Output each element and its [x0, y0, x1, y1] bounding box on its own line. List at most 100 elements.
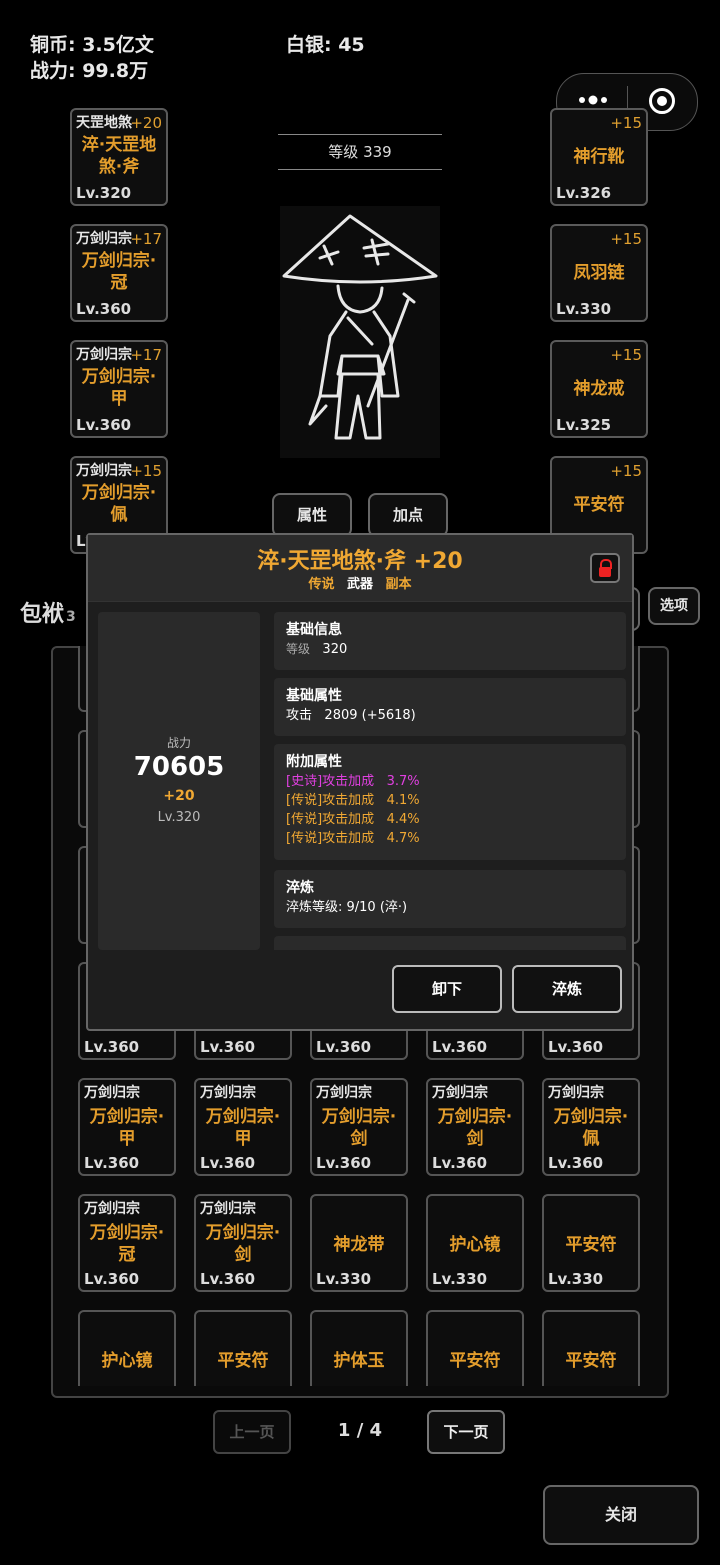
extra-attr-row: [传说]攻击加成 4.4% [286, 810, 614, 829]
bag-slot[interactable]: 万剑归宗 万剑归宗·甲 Lv.360 [194, 1078, 292, 1176]
equip-name: 平安符 [573, 495, 625, 515]
equip-name: 神行靴 [573, 147, 625, 167]
bag-title: 包袱 3 [20, 596, 76, 628]
bag-item-name: 万剑归宗·佩 [553, 1107, 629, 1149]
extra-attr-row: [传说]攻击加成 4.1% [286, 791, 614, 810]
bag-item-name: 万剑归宗·甲 [89, 1107, 165, 1149]
item-plus: +20 [163, 788, 195, 804]
refine-section: 淬炼 淬炼等级: 9/10 (淬·) [274, 870, 626, 928]
lock-icon[interactable] [590, 553, 620, 583]
item-tags: 传说 武器 副本 [88, 573, 632, 592]
more-icon[interactable] [577, 90, 609, 110]
base-attr-title: 基础属性 [286, 688, 342, 704]
add-points-button[interactable]: 加点 [368, 493, 448, 537]
bag-item-level: Lv.360 [84, 1154, 140, 1172]
equip-plus: +17 [130, 230, 162, 248]
bag-slot[interactable]: 护心镜 [78, 1310, 176, 1386]
equip-slot-armor[interactable]: 万剑归宗 +17 万剑归宗·甲 Lv.360 [70, 340, 168, 438]
bag-item-level: Lv.330 [316, 1270, 372, 1288]
bag-item-set: 万剑归宗 [84, 1085, 140, 1101]
bag-item-name: 神龙带 [333, 1235, 385, 1255]
bag-slot[interactable]: 万剑归宗 万剑归宗·剑 Lv.360 [310, 1078, 408, 1176]
equip-name: 万剑归宗·甲 [81, 367, 157, 409]
bag-slot[interactable]: 万剑归宗 万剑归宗·冠 Lv.360 [78, 1194, 176, 1292]
next-section-peek [274, 936, 626, 950]
base-attr-section: 基础属性 攻击 2809 (+5618) [274, 678, 626, 736]
equip-set: 万剑归宗 [76, 463, 132, 479]
equip-slot-necklace[interactable]: +15 凤羽链 Lv.330 [550, 224, 648, 322]
bag-item-level: Lv.330 [548, 1270, 604, 1288]
refine-text: 淬炼等级: 9/10 (淬·) [286, 900, 408, 915]
base-info-section: 基础信息 等级 320 [274, 612, 626, 670]
options-button[interactable]: 选项 [648, 587, 700, 625]
silver: 白银: 45 [286, 34, 365, 56]
bag-item-level: Lv.360 [432, 1038, 488, 1056]
equip-slot-ring[interactable]: +15 神龙戒 Lv.325 [550, 340, 648, 438]
equip-slot-crown[interactable]: 万剑归宗 +17 万剑归宗·冠 Lv.360 [70, 224, 168, 322]
equip-slot-weapon[interactable]: 天罡地煞 +20 淬·天罡地煞·斧 Lv.320 [70, 108, 168, 206]
extra-attr-tag: [传说]攻击加成 [286, 793, 375, 808]
item-source: 副本 [385, 577, 412, 592]
bag-slot[interactable]: 平安符 [426, 1310, 524, 1386]
attributes-button[interactable]: 属性 [272, 493, 352, 537]
copper-coins: 铜币: 3.5亿文 [30, 34, 154, 56]
character-portrait [280, 206, 440, 458]
base-info-value: 320 [322, 642, 348, 657]
bag-item-level: Lv.360 [84, 1038, 140, 1056]
base-info-key: 等级 [286, 642, 311, 656]
close-button[interactable]: 关闭 [543, 1485, 699, 1545]
equip-slot-boots[interactable]: +15 神行靴 Lv.326 [550, 108, 648, 206]
extra-attr-title: 附加属性 [286, 754, 342, 770]
refine-button[interactable]: 淬炼 [512, 965, 622, 1013]
equip-name: 神龙戒 [573, 379, 625, 399]
refine-title: 淬炼 [286, 880, 314, 896]
item-detail-modal: 淬·天罡地煞·斧 +20 传说 武器 副本 战力 70605 +20 Lv.32… [86, 533, 634, 1031]
bag-slot[interactable]: 万剑归宗 万剑归宗·剑 Lv.360 [194, 1194, 292, 1292]
bag-item-name: 护心镜 [449, 1235, 501, 1255]
bag-item-level: Lv.360 [84, 1270, 140, 1288]
extra-attr-tag: [传说]攻击加成 [286, 831, 375, 846]
equip-level: Lv.330 [556, 300, 612, 318]
bag-item-level: Lv.360 [316, 1038, 372, 1056]
extra-attr-tag: [史诗]攻击加成 [286, 774, 375, 789]
extra-attr-section: 附加属性 [史诗]攻击加成 3.7% [传说]攻击加成 4.1% [传说]攻击加… [274, 744, 626, 860]
equip-name: 万剑归宗·佩 [81, 483, 157, 525]
bag-item-name: 护体玉 [333, 1351, 385, 1371]
bag-item-name: 万剑归宗·甲 [205, 1107, 281, 1149]
power-value: 70605 [133, 752, 225, 782]
prev-page-button[interactable]: 上一页 [213, 1410, 291, 1454]
equip-level: Lv.326 [556, 184, 612, 202]
bag-item-set: 万剑归宗 [84, 1201, 140, 1217]
equip-level: Lv.320 [76, 184, 132, 202]
bag-slot[interactable]: 护心镜 Lv.330 [426, 1194, 524, 1292]
bag-item-level: Lv.360 [200, 1038, 256, 1056]
bag-item-name: 万剑归宗·剑 [321, 1107, 397, 1149]
unequip-button[interactable]: 卸下 [392, 965, 502, 1013]
character-level: 等级 339 [278, 134, 442, 170]
bag-slot[interactable]: 万剑归宗 万剑归宗·佩 Lv.360 [542, 1078, 640, 1176]
power-card: 战力 70605 +20 Lv.320 [98, 612, 260, 950]
equip-name: 淬·天罡地煞·斧 [81, 135, 157, 177]
next-page-button[interactable]: 下一页 [427, 1410, 505, 1454]
equip-set: 万剑归宗 [76, 347, 132, 363]
bag-item-level: Lv.360 [548, 1038, 604, 1056]
equip-level: Lv.360 [76, 300, 132, 318]
equip-level: Lv.325 [556, 416, 612, 434]
bag-slot[interactable]: 万剑归宗 万剑归宗·剑 Lv.360 [426, 1078, 524, 1176]
total-power: 战力: 99.8万 [30, 60, 149, 82]
bag-item-level: Lv.360 [200, 1270, 256, 1288]
extra-attr-row: [史诗]攻击加成 3.7% [286, 772, 614, 791]
base-attr-value: 2809 (+5618) [324, 708, 416, 723]
equip-plus: +20 [130, 114, 162, 132]
bag-slot[interactable]: 护体玉 [310, 1310, 408, 1386]
equip-plus: +15 [610, 462, 642, 480]
bag-slot[interactable]: 神龙带 Lv.330 [310, 1194, 408, 1292]
bag-title-text: 包袱 [20, 602, 65, 627]
bag-slot[interactable]: 平安符 [542, 1310, 640, 1386]
bag-slot[interactable]: 平安符 Lv.330 [542, 1194, 640, 1292]
close-miniprogram-icon[interactable] [649, 88, 675, 114]
power-label: 战力 [166, 736, 191, 750]
page-indicator: 1 / 4 [337, 1420, 383, 1441]
bag-slot[interactable]: 平安符 [194, 1310, 292, 1386]
bag-slot[interactable]: 万剑归宗 万剑归宗·甲 Lv.360 [78, 1078, 176, 1176]
